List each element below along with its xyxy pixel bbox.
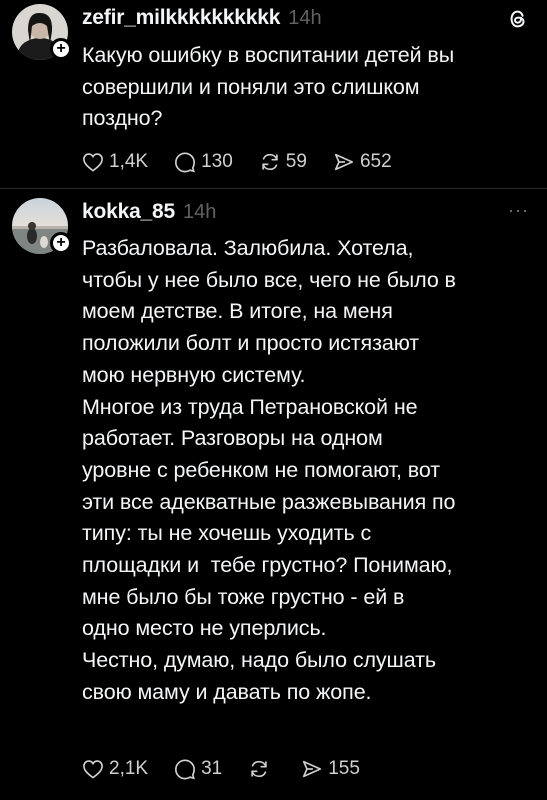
post-header: zefir_milkkkkkkkkkk 14h — [82, 6, 529, 36]
repost-button[interactable] — [248, 758, 275, 780]
heart-icon — [83, 760, 103, 779]
comment-icon — [175, 152, 196, 173]
post-header: kokka_85 14h ··· — [82, 200, 529, 230]
comment-icon — [175, 759, 196, 780]
heart-icon — [83, 153, 103, 172]
share-button[interactable]: 652 — [333, 151, 392, 173]
avatar[interactable]: + — [12, 4, 72, 62]
follow-plus-button[interactable]: + — [50, 38, 72, 60]
threads-logo-icon — [507, 8, 529, 35]
repost-count: 59 — [285, 151, 307, 172]
like-count: 2,1K — [109, 758, 149, 779]
post-actions: 1,4K 130 59 652 — [82, 148, 418, 176]
username[interactable]: zefir_milkkkkkkkkkk — [82, 6, 280, 30]
username[interactable]: kokka_85 — [82, 200, 175, 224]
share-button[interactable]: 155 — [301, 758, 360, 780]
repost-button[interactable]: 59 — [259, 151, 307, 173]
repost-icon — [251, 760, 267, 778]
share-count: 652 — [359, 151, 392, 172]
thread-post: + kokka_85 14h ··· Разбаловала. Залюбила… — [0, 190, 547, 800]
thread-post: + zefir_milkkkkkkkkkk 14h Какую ошибку в… — [0, 0, 547, 190]
post-text: Разбаловала. Залюбила. Хотела, чтобы у н… — [82, 236, 456, 704]
send-icon — [334, 153, 354, 171]
timestamp: 14h — [288, 7, 322, 29]
timestamp: 14h — [182, 201, 217, 223]
reply-count: 130 — [201, 151, 233, 172]
post-actions: 2,1K 31 155 — [82, 755, 386, 783]
like-button[interactable]: 1,4K — [82, 151, 148, 173]
like-count: 1,4K — [109, 151, 149, 172]
repost-icon — [262, 153, 278, 171]
avatar[interactable]: + — [12, 198, 72, 256]
post-divider — [0, 188, 547, 189]
more-options-icon[interactable]: ··· — [508, 200, 529, 221]
reply-count: 31 — [201, 758, 223, 779]
reply-button[interactable]: 130 — [174, 151, 233, 173]
send-icon — [303, 760, 322, 778]
like-button[interactable]: 2,1K — [82, 758, 148, 780]
reply-button[interactable]: 31 — [174, 758, 222, 780]
post-text: Какую ошибку в воспитании детей вы совер… — [82, 43, 455, 131]
follow-plus-button[interactable]: + — [50, 232, 72, 254]
share-count: 155 — [328, 758, 360, 779]
